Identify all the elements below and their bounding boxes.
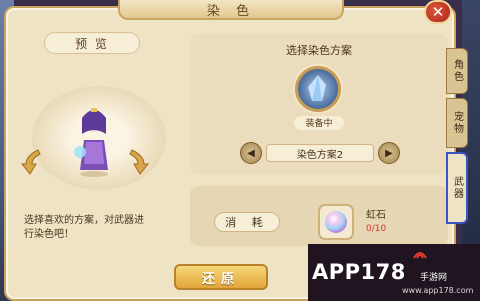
preview-pane: 预 览 选择喜欢的方案，对武器进行染色吧！ (20, 28, 178, 301)
material-name: 虹石 (366, 210, 386, 221)
restore-button[interactable]: 还原 (174, 264, 268, 290)
scheme-selector: ◀ 染色方案2 ▶ (240, 142, 400, 164)
preview-label: 预 览 (44, 32, 140, 54)
material-slot[interactable] (318, 204, 354, 240)
watermark-url: www.app178.com (402, 286, 474, 295)
material-count: 0/10 (366, 224, 387, 234)
tab-role[interactable]: 角色 (446, 48, 468, 94)
scheme-title: 选择染色方案 (286, 44, 352, 57)
cost-section: 消 耗 虹石 0/10 (190, 186, 448, 246)
rainbow-stone-icon (325, 211, 347, 233)
close-button[interactable]: ✕ (424, 0, 452, 24)
current-scheme-value: 染色方案2 (266, 144, 374, 162)
scheme-section: 选择染色方案 装备中 ◀ 染色方案2 ▶ (190, 34, 448, 174)
window-title: 染 色 (118, 0, 344, 20)
character-avatar (74, 108, 108, 177)
prev-scheme-button[interactable]: ◀ (240, 142, 262, 164)
crystal-icon (308, 75, 326, 101)
preview-description: 选择喜欢的方案，对武器进行染色吧！ (24, 215, 144, 240)
cost-label: 消 耗 (214, 212, 280, 232)
tab-weapon[interactable]: 武器 (446, 152, 468, 224)
equipped-tag: 装备中 (294, 116, 344, 130)
rotate-left-arrow-icon[interactable] (20, 146, 42, 176)
rotate-right-arrow-icon[interactable] (128, 146, 150, 176)
next-scheme-button[interactable]: ▶ (378, 142, 400, 164)
signal-icon (413, 252, 427, 259)
watermark-logo: APP178 (312, 260, 406, 284)
tab-pet[interactable]: 宠物 (446, 98, 468, 148)
watermark-subtitle: 手游网 (420, 273, 448, 283)
dye-scheme-gem-icon[interactable] (295, 66, 341, 112)
